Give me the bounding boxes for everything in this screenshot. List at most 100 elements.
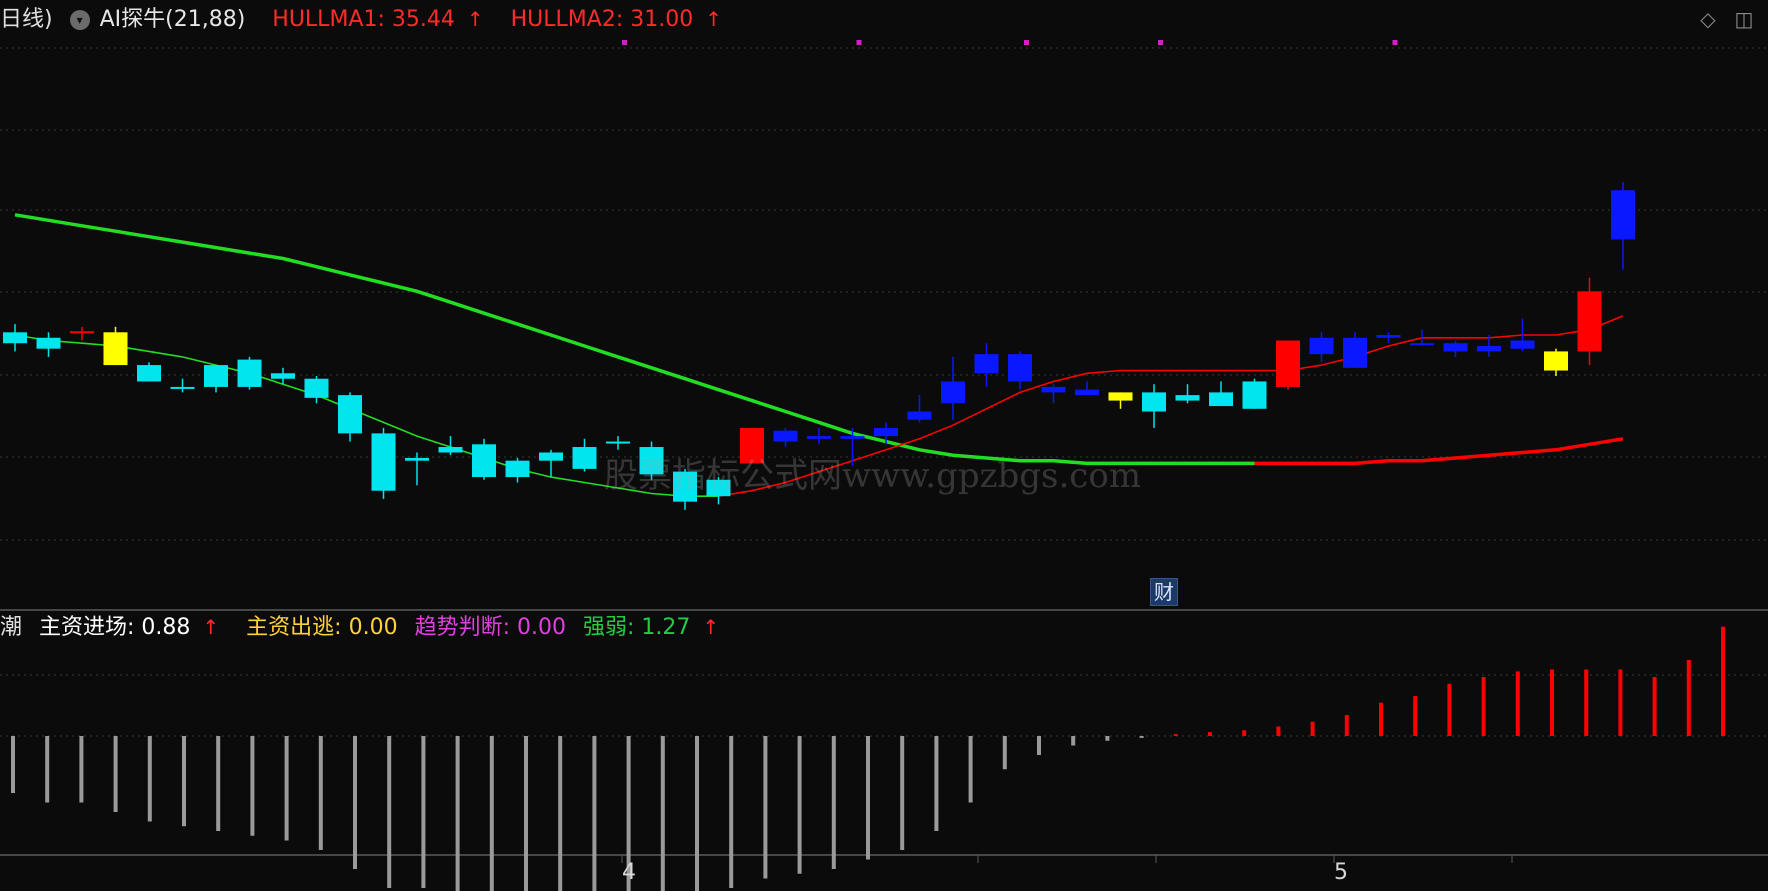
candle-body [1477, 345, 1501, 352]
indicator-title[interactable]: ▾ AI探牛(21,88) [69, 7, 256, 32]
candle-body [941, 381, 965, 404]
candle [1008, 351, 1032, 390]
candle [1276, 340, 1300, 390]
indicator-bar [1276, 726, 1281, 736]
candle-body [1075, 389, 1099, 396]
sub-indicator-bars [11, 626, 1725, 891]
indicator-bar [592, 736, 597, 891]
candle [170, 378, 195, 393]
marker-dot [856, 40, 862, 45]
indicator-bar [353, 736, 357, 869]
candle [1242, 378, 1267, 409]
thick-line-red-segment [1254, 437, 1624, 466]
hullma1-label: HULLMA1: 35.44 [272, 7, 455, 32]
indicator-bar [216, 736, 221, 831]
candle-body [1376, 335, 1401, 338]
indicator-bar [558, 736, 563, 891]
indicator-bar [968, 736, 973, 803]
candle [438, 436, 463, 456]
candle-body [1041, 386, 1066, 393]
candle [907, 395, 932, 423]
indicator-bar [489, 736, 494, 891]
candle [472, 438, 496, 480]
indicator-bar [797, 736, 802, 874]
indicator-bar [1037, 736, 1041, 755]
candle [371, 427, 396, 499]
candle-body [1611, 190, 1635, 240]
diamond-icon[interactable]: ◇ [1697, 8, 1719, 30]
candle [807, 427, 831, 445]
candle [1075, 381, 1099, 396]
candle-body [137, 365, 161, 382]
hullma1-value: HULLMA1: 35.44 ↑ [272, 7, 493, 32]
candle-body [1343, 337, 1367, 368]
indicator-bar [1686, 660, 1691, 736]
indicator-bar [1208, 732, 1212, 736]
candle-body [204, 365, 228, 387]
candle [1577, 277, 1602, 366]
candle-body [606, 441, 630, 444]
indicator-bar [1721, 626, 1725, 736]
chevron-down-icon[interactable]: ▾ [69, 10, 90, 30]
main-in-value: 主资进场: 0.88 ↑ [39, 615, 229, 640]
marker-dot [1024, 40, 1029, 45]
window-toggle-icon[interactable]: ◫ [1733, 8, 1755, 30]
up-arrow-icon: ↑ [705, 7, 722, 31]
marker-dot [622, 40, 627, 45]
hullma2-value: HULLMA2: 31.00 ↑ [511, 7, 732, 32]
watermark: 股票指标公式网www.gpzbgs.com [604, 456, 1142, 496]
candle [941, 356, 965, 420]
candle [1041, 384, 1066, 404]
indicator-bar [387, 736, 392, 888]
indicator-bar [1447, 683, 1452, 736]
candle [3, 324, 27, 352]
candle [204, 365, 228, 393]
indicator-bar [455, 736, 460, 891]
candle [237, 356, 262, 390]
up-arrow-icon: ↑ [466, 7, 484, 31]
indicator-bar [318, 736, 323, 850]
candle-body [338, 395, 362, 434]
indicator-bar [1071, 736, 1076, 746]
candle-body [840, 436, 865, 439]
candle [1209, 381, 1233, 407]
finance-badge[interactable]: 财 [1150, 578, 1178, 606]
candle [1309, 332, 1334, 363]
strength-label: 强弱: 1.27 [582, 615, 691, 640]
candle-body [1142, 392, 1166, 412]
candle [36, 332, 61, 357]
candle-body [304, 378, 329, 398]
candle [1343, 332, 1367, 368]
indicator-bar [934, 736, 939, 831]
candle [338, 392, 362, 442]
x-axis-label-4: 4 [622, 860, 636, 885]
marker-dot [1392, 40, 1398, 45]
candle-body [974, 354, 999, 374]
candle-body [1276, 340, 1300, 387]
indicator-name: AI探牛(21,88) [99, 7, 246, 32]
indicator-bar [524, 736, 528, 891]
candle-body [271, 373, 295, 379]
hullma2-label: HULLMA2: 31.00 [510, 7, 694, 32]
indicator-bar [900, 736, 905, 850]
indicator-bar [1550, 669, 1554, 736]
candle [773, 427, 798, 448]
sub-partial-label: 潮 [0, 615, 23, 640]
candle-body [505, 460, 530, 478]
main-indicator-header: 日线) ▾ AI探牛(21,88) HULLMA1: 35.44 ↑ HULLMA2… [0, 6, 742, 33]
candle-body [1510, 340, 1535, 349]
indicator-bar [1344, 715, 1349, 736]
indicator-bar [1413, 696, 1418, 736]
candle-body [1008, 354, 1032, 382]
candle [1142, 384, 1166, 428]
trend-line-thick [14, 213, 1624, 466]
candle [505, 457, 530, 483]
candle-body [405, 457, 429, 461]
indicator-bar [1481, 677, 1486, 736]
main-in-label: 主资进场: 0.88 [39, 615, 191, 640]
indicator-bar [250, 736, 255, 836]
candle-body [36, 337, 61, 349]
indicator-bar [1379, 702, 1383, 736]
indicator-bar [1310, 721, 1315, 736]
candle-body [874, 427, 898, 437]
